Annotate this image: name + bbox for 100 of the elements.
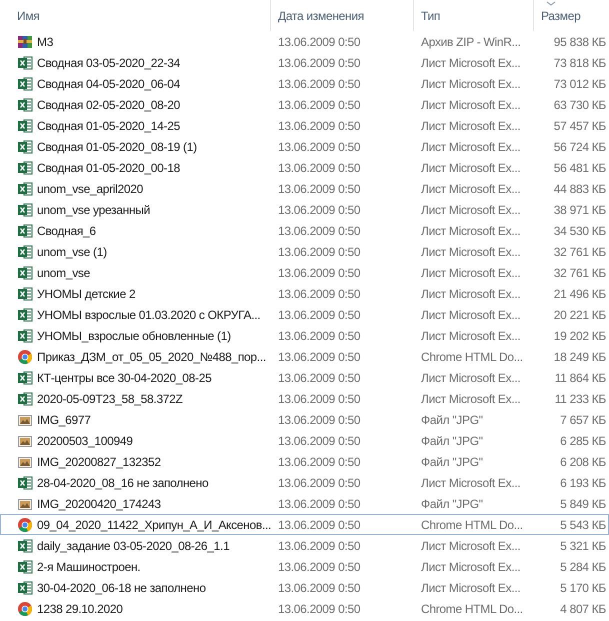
file-name[interactable]: УНОМЫ_взрослые обновленные (1) (37, 328, 231, 342)
spreadsheet-icon (17, 370, 33, 386)
file-name[interactable]: Сводная 01-05-2020_14-25 (37, 118, 180, 132)
file-name[interactable]: 30-04-2020_06-18 не заполнено (37, 580, 206, 594)
file-type: Файл "JPG" (421, 412, 483, 426)
file-size: 5 284 КБ (560, 560, 606, 574)
file-name[interactable]: daily_задание 03-05-2020_08-26_1.1 (37, 538, 230, 552)
file-size: 7 657 КБ (560, 412, 606, 426)
browser-icon (17, 348, 33, 364)
spreadsheet-icon (17, 118, 33, 134)
modified-date: 13.06.2009 0:50 (278, 560, 360, 574)
file-size: 6 285 КБ (560, 434, 606, 448)
modified-date: 13.06.2009 0:50 (278, 454, 360, 468)
file-size: 34 530 КБ (554, 224, 606, 238)
file-size: 18 249 КБ (554, 350, 606, 364)
modified-date: 13.06.2009 0:50 (278, 434, 360, 448)
file-type: Лист Microsoft Ex... (421, 286, 520, 300)
column-header[interactable]: Имя (0, 0, 271, 31)
column-header[interactable]: Размер (534, 0, 609, 31)
spreadsheet-icon (17, 138, 33, 154)
file-name[interactable]: Приказ_ДЗМ_от_05_05_2020_№488_пор... (37, 350, 266, 364)
file-name[interactable]: Сводная 01-05-2020_00-18 (37, 160, 180, 174)
file-size: 32 761 КБ (554, 244, 606, 258)
file-name[interactable]: Сводная 02-05-2020_08-20 (37, 98, 180, 112)
modified-date: 13.06.2009 0:50 (278, 496, 360, 510)
modified-date: 13.06.2009 0:50 (278, 98, 360, 112)
file-type: Лист Microsoft Ex... (421, 224, 520, 238)
file-type: Лист Microsoft Ex... (421, 160, 520, 174)
file-name[interactable]: Сводная 03-05-2020_22-34 (37, 56, 180, 70)
spreadsheet-icon (17, 474, 33, 490)
file-name[interactable]: УНОМЫ взрослые 01.03.2020 с ОКРУГА... (37, 308, 260, 322)
column-header[interactable]: Тип (414, 0, 534, 31)
modified-date: 13.06.2009 0:50 (278, 140, 360, 154)
browser-icon (17, 516, 33, 532)
column-header[interactable]: Дата изменения (271, 0, 414, 31)
file-type: Chrome HTML Do... (421, 602, 523, 616)
file-name[interactable]: 2020-05-09T23_58_58.372Z (37, 392, 183, 406)
spreadsheet-icon (17, 264, 33, 280)
file-name[interactable]: unom_vse_april2020 (37, 182, 144, 196)
file-row[interactable]: 09_04_2020_11422_Хрипун_А_И_Аксенов... 13.06.2009 0:50 Chrome HTML Do... 5 543 КБ (0, 514, 609, 535)
file-name[interactable]: 2-я Машиностроен. (37, 560, 140, 574)
file-name[interactable]: Сводная 04-05-2020_06-04 (37, 76, 180, 90)
spreadsheet-icon (17, 328, 33, 344)
modified-date: 13.06.2009 0:50 (278, 182, 360, 196)
file-size: 5 543 КБ (560, 518, 606, 532)
file-name[interactable]: 28-04-2020_08_16 не заполнено (37, 476, 208, 490)
file-type: Лист Microsoft Ex... (421, 140, 520, 154)
file-name[interactable]: Сводная 01-05-2020_08-19 (1) (37, 140, 197, 154)
modified-date: 13.06.2009 0:50 (278, 580, 360, 594)
spreadsheet-icon (17, 76, 33, 92)
file-type: Лист Microsoft Ex... (421, 76, 520, 90)
spreadsheet-icon (17, 558, 33, 574)
file-type: Лист Microsoft Ex... (421, 370, 520, 384)
browser-icon (17, 600, 33, 616)
file-type: Лист Microsoft Ex... (421, 328, 520, 342)
file-name[interactable]: 09_04_2020_11422_Хрипун_А_И_Аксенов... (37, 518, 272, 532)
spreadsheet-icon (17, 160, 33, 176)
file-size: 57 457 КБ (554, 118, 606, 132)
file-name[interactable]: unom_vse урезанный (37, 202, 150, 216)
file-type: Лист Microsoft Ex... (421, 308, 520, 322)
file-name[interactable]: 20200503_100949 (37, 434, 133, 448)
file-type: Лист Microsoft Ex... (421, 560, 520, 574)
spreadsheet-icon (17, 306, 33, 322)
file-name[interactable]: КТ-центры все 30-04-2020_08-25 (37, 370, 212, 384)
modified-date: 13.06.2009 0:50 (278, 202, 360, 216)
file-type: Лист Microsoft Ex... (421, 244, 520, 258)
file-size: 73 818 КБ (554, 56, 606, 70)
spreadsheet-icon (17, 54, 33, 70)
modified-date: 13.06.2009 0:50 (278, 118, 360, 132)
file-name[interactable]: unom_vse (37, 266, 90, 280)
modified-date: 13.06.2009 0:50 (278, 224, 360, 238)
file-size: 4 807 КБ (560, 602, 606, 616)
modified-date: 13.06.2009 0:50 (278, 412, 360, 426)
modified-date: 13.06.2009 0:50 (278, 308, 360, 322)
modified-date: 13.06.2009 0:50 (278, 602, 360, 616)
file-type: Chrome HTML Do... (421, 350, 523, 364)
spreadsheet-icon (17, 580, 33, 596)
file-type: Лист Microsoft Ex... (421, 118, 520, 132)
file-name[interactable]: УНОМЫ детские 2 (37, 286, 136, 300)
file-name[interactable]: M3 (37, 34, 54, 48)
file-name[interactable]: unom_vse (1) (37, 244, 107, 258)
file-size: 5 321 КБ (560, 538, 606, 552)
file-size: 95 838 КБ (554, 34, 606, 48)
file-size: 21 496 КБ (554, 286, 606, 300)
file-size: 63 730 КБ (554, 98, 606, 112)
modified-date: 13.06.2009 0:50 (278, 538, 360, 552)
spreadsheet-icon (17, 222, 33, 238)
file-name[interactable]: IMG_20200827_132352 (37, 454, 161, 468)
file-type: Лист Microsoft Ex... (421, 538, 520, 552)
file-type: Лист Microsoft Ex... (421, 580, 520, 594)
file-size: 11 864 КБ (554, 370, 606, 384)
file-name[interactable]: 1238 29.10.2020 (37, 602, 123, 616)
file-size: 6 193 КБ (560, 476, 606, 490)
spreadsheet-icon (17, 180, 33, 196)
file-name[interactable]: IMG_6977 (37, 412, 91, 426)
file-name[interactable]: Сводная_6 (37, 224, 96, 238)
file-type: Лист Microsoft Ex... (421, 476, 520, 490)
file-name[interactable]: IMG_20200420_174243 (37, 496, 161, 510)
file-type: Файл "JPG" (421, 496, 483, 510)
file-type: Архив ZIP - WinR... (421, 34, 521, 48)
